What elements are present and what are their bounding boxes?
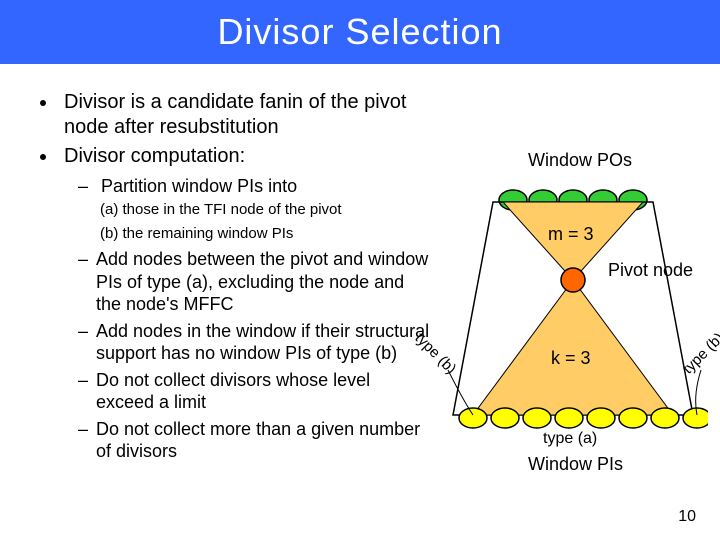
window-figure: Window POs m = 3 Pivot node k = 3 type (… (438, 130, 708, 490)
slide-title: Divisor Selection (217, 11, 502, 53)
bullet-1: Divisor is a candidate fanin of the pivo… (58, 90, 430, 140)
sub-partition: Partition window PIs into (a) those in t… (78, 175, 430, 244)
subsub-a: (a) those in the TFI node of the pivot (100, 200, 430, 220)
title-bar: Divisor Selection (0, 0, 720, 64)
sub-level-limit: Do not collect divisors whose level exce… (78, 369, 430, 414)
sub-add-between: Add nodes between the pivot and window P… (78, 248, 430, 316)
subsub-b: (b) the remaining window PIs (100, 224, 430, 244)
label-window-pos: Window POs (528, 150, 632, 171)
sub-max-divisors: Do not collect more than a given number … (78, 418, 430, 463)
bullet-2: Divisor computation: Partition window PI… (58, 144, 430, 463)
bullet-content: Divisor is a candidate fanin of the pivo… (0, 90, 430, 467)
page-number: 10 (678, 508, 696, 526)
label-type-a: type (a) (543, 430, 597, 448)
sub-add-window: Add nodes in the window if their structu… (78, 320, 430, 365)
label-window-pis: Window PIs (528, 454, 623, 475)
label-pivot: Pivot node (608, 260, 693, 281)
label-k: k = 3 (551, 348, 591, 369)
label-m: m = 3 (548, 224, 594, 245)
